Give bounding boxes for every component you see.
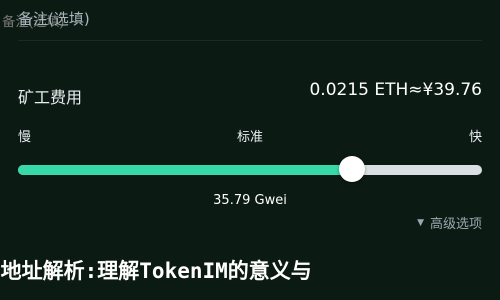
triangle-down-icon: ▼ <box>417 217 424 228</box>
slider-fill <box>18 165 353 175</box>
advanced-options-label: 高级选项 <box>429 217 482 232</box>
remark-placeholder: 备注(选填) <box>18 10 90 28</box>
advanced-options-toggle[interactable]: ▼ 高级选项 <box>417 213 482 232</box>
article-title-caption: n地址解析:理解TokenIM的意义与 <box>0 259 312 283</box>
fee-speed-slider[interactable] <box>18 156 482 182</box>
slider-thumb[interactable] <box>339 156 366 182</box>
gas-price-value: 35.79 Gwei <box>213 193 287 208</box>
miner-fee-value: 0.0215 ETH≈¥39.76 <box>309 80 482 100</box>
speed-fast-label: 快 <box>468 130 482 145</box>
divider <box>18 40 482 41</box>
miner-fee-label: 矿工费用 <box>18 88 83 107</box>
speed-slow-label: 慢 <box>18 130 32 145</box>
speed-labels: 慢 标准 快 <box>18 126 482 145</box>
speed-standard-label: 标准 <box>236 130 263 145</box>
